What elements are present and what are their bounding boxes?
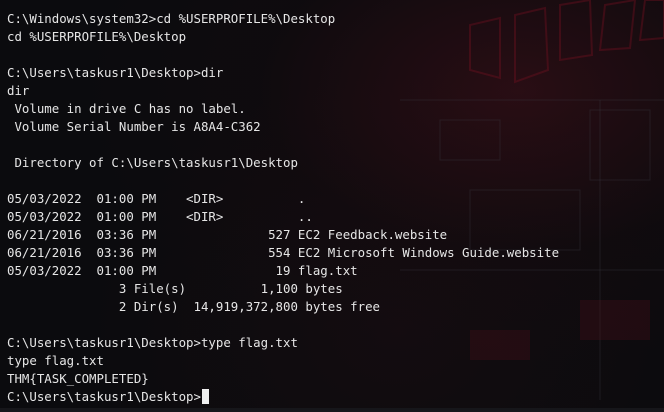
command-line-dir: C:\Users\taskusr1\Desktop>dir [7,65,224,80]
dir-entry-row: 05/03/2022 01:00 PM <DIR> .. [7,209,313,224]
directory-header: Directory of C:\Users\taskusr1\Desktop [7,155,298,170]
dir-entry-row: 05/03/2022 01:00 PM <DIR> . [7,191,306,206]
text-cursor [201,389,209,404]
dir-count-summary: 2 Dir(s) 14,919,372,800 bytes free [7,299,380,314]
dir-entry-row: 05/03/2022 01:00 PM 19 flag.txt [7,263,358,278]
active-prompt-line[interactable]: C:\Users\taskusr1\Desktop> [7,388,664,406]
command-line-cd: C:\Windows\system32>cd %USERPROFILE%\Des… [7,11,336,26]
volume-serial-text: Volume Serial Number is A8A4-C362 [7,119,261,134]
echo-cd: cd %USERPROFILE%\Desktop [7,29,187,44]
terminal-output: C:\Windows\system32>cd %USERPROFILE%\Des… [0,0,664,412]
flag-output: THM{TASK_COMPLETED} [7,371,149,386]
file-count-summary: 3 File(s) 1,100 bytes [7,281,343,296]
volume-label-text: Volume in drive C has no label. [7,101,246,116]
echo-dir: dir [7,83,30,98]
command-line-type: C:\Users\taskusr1\Desktop>type flag.txt [7,335,298,350]
terminal-window[interactable]: C:\Windows\system32>cd %USERPROFILE%\Des… [0,0,664,412]
prompt-text: C:\Users\taskusr1\Desktop> [7,389,201,404]
dir-entry-row: 06/21/2016 03:36 PM 527 EC2 Feedback.web… [7,227,448,242]
bottom-strip [0,408,664,412]
echo-type: type flag.txt [7,353,104,368]
dir-entry-row: 06/21/2016 03:36 PM 554 EC2 Microsoft Wi… [7,245,560,260]
